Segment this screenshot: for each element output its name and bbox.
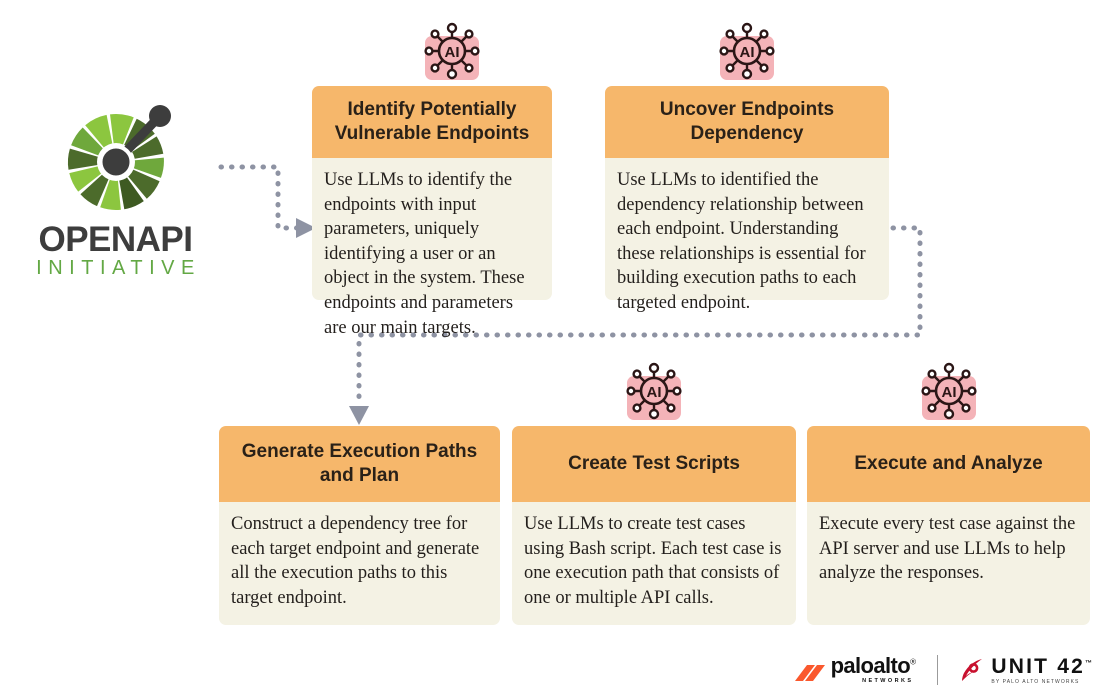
openapi-initiative-logo: OPENAPI INITIATIVE — [18, 100, 213, 285]
footer-divider — [937, 655, 939, 685]
ai-icon-label: AI — [647, 384, 662, 401]
registered-mark: ® — [910, 657, 916, 667]
card-create-test-scripts[interactable]: Create Test Scripts Use LLMs to create t… — [512, 426, 796, 625]
ai-node-icon: AI — [421, 22, 483, 84]
palo-alto-networks-logo: paloalto® NETWORKS — [794, 653, 916, 685]
ai-icon-label: AI — [445, 44, 460, 61]
card-body-text: Use LLMs to identify the endpoints with … — [312, 158, 552, 338]
unit-42-logo: UNIT 42™ BY PALO ALTO NETWORKS — [960, 656, 1092, 685]
card-title: Uncover Endpoints Dependency — [605, 86, 889, 158]
ai-node-icon: AI — [918, 362, 980, 424]
card-generate-execution-paths-and-plan[interactable]: Generate Execution Paths and Plan Constr… — [219, 426, 500, 625]
openapi-wheel-icon — [60, 100, 180, 220]
card-body-text: Use LLMs to create test cases using Bash… — [512, 502, 796, 625]
diagram-canvas: OPENAPI INITIATIVE Identify Potentially … — [0, 0, 1114, 700]
palo-alto-mark-icon — [794, 664, 825, 681]
ai-node-icon: AI — [716, 22, 778, 84]
card-identify-potentially-vulnerable-endpoints[interactable]: Identify Potentially Vulnerable Endpoint… — [312, 86, 552, 338]
ai-icon-label: AI — [942, 384, 957, 401]
card-title: Create Test Scripts — [512, 426, 796, 502]
card-uncover-endpoints-dependency[interactable]: Uncover Endpoints Dependency Use LLMs to… — [605, 86, 889, 313]
trademark-mark: ™ — [1085, 659, 1092, 667]
unit-42-mark-icon — [962, 659, 983, 681]
openapi-wordmark: OPENAPI — [38, 220, 193, 259]
palo-alto-wordmark: paloalto® — [830, 653, 916, 679]
ai-icon-label: AI — [740, 44, 755, 61]
openapi-subtitle: INITIATIVE — [36, 257, 201, 279]
card-body-text: Use LLMs to identified the dependency re… — [605, 158, 889, 313]
palo-alto-subtitle: NETWORKS — [862, 678, 914, 685]
connector-logo-to-card1 — [218, 164, 300, 231]
arrowhead-to-card3 — [349, 406, 369, 425]
card-body-text: Construct a dependency tree for each tar… — [219, 502, 500, 625]
card-title: Identify Potentially Vulnerable Endpoint… — [312, 86, 552, 158]
card-title: Execute and Analyze — [807, 426, 1090, 502]
card-execute-and-analyze[interactable]: Execute and Analyze Execute every test c… — [807, 426, 1090, 625]
footer-logos: paloalto® NETWORKS UNIT 42™ BY PALO ALTO… — [794, 650, 1092, 690]
card-title: Generate Execution Paths and Plan — [219, 426, 500, 502]
unit-42-wordmark: UNIT 42™ — [991, 654, 1092, 678]
unit-42-subtitle: BY PALO ALTO NETWORKS — [991, 678, 1080, 685]
card-body-text: Execute every test case against the API … — [807, 502, 1090, 625]
ai-node-icon: AI — [623, 362, 685, 424]
